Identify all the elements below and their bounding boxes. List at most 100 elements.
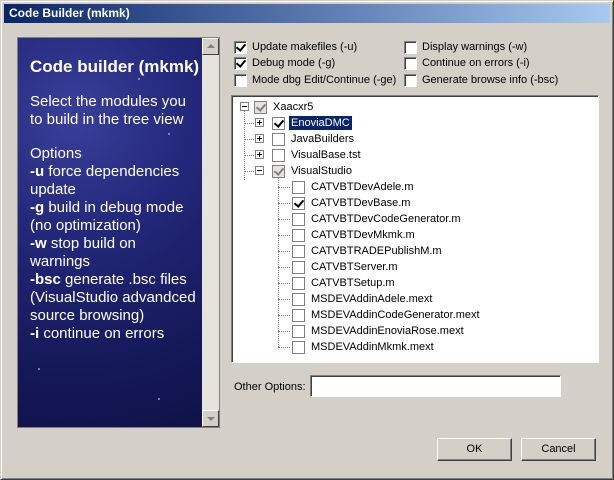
tree-checkbox[interactable]: [272, 148, 285, 162]
tree-item-msdevaddinenoviarose[interactable]: MSDEVAddinEnoviaRose.mext: [292, 323, 466, 339]
checkbox-label: Continue on errors (-i): [422, 57, 530, 69]
checkbox-update-makefiles[interactable]: Update makefiles (-u): [234, 40, 357, 54]
tree-node-label: CATVBTDevCodeGenerator.m: [311, 213, 461, 225]
tree-node-label: VisualStudio: [291, 165, 352, 177]
tree-connector: [278, 187, 290, 188]
tree-node-label: CATVBTDevAdele.m: [311, 181, 414, 193]
checkbox-box[interactable]: [234, 40, 247, 54]
tree-checkbox[interactable]: [292, 340, 305, 354]
tree-node-label: MSDEVAddinMkmk.mext: [311, 341, 434, 353]
tree-checkbox[interactable]: [292, 228, 305, 242]
other-options-input[interactable]: [310, 375, 561, 397]
tree-node-label: CATVBTDevMkmk.m: [311, 229, 415, 241]
collapse-toggle-icon[interactable]: [240, 102, 249, 111]
checkbox-label: Display warnings (-w): [422, 41, 528, 53]
tree-node-label: CATVBTServer.m: [311, 261, 398, 273]
checkbox-box[interactable]: [404, 40, 417, 54]
tree-item-catvbtdevmkmk[interactable]: CATVBTDevMkmk.m: [292, 227, 417, 243]
checkbox-box[interactable]: [234, 73, 247, 87]
checkbox-box[interactable]: [234, 56, 247, 70]
checkbox-label: Update makefiles (-u): [252, 41, 358, 53]
code-builder-window: Code Builder (mkmk) Code builder (mkmk) …: [0, 0, 614, 480]
checkbox-display-warnings[interactable]: Display warnings (-w): [404, 40, 527, 54]
tree-checkbox[interactable]: [272, 132, 285, 146]
tree-node-label: CATVBTRADEPublishM.m: [311, 245, 442, 257]
tree-node-label: VisualBase.tst: [291, 149, 361, 161]
tree-checkbox[interactable]: [292, 308, 305, 322]
tree-checkbox[interactable]: [292, 212, 305, 226]
checkbox-generate-browse-info[interactable]: Generate browse info (-bsc): [404, 73, 558, 87]
arrow-up-icon: [207, 44, 215, 48]
tree-connector: [278, 235, 290, 236]
tree-connector: [244, 123, 254, 124]
info-intro: Select the modules you to build in the t…: [30, 93, 186, 128]
tree-item-msdevaddinmkmk[interactable]: MSDEVAddinMkmk.mext: [292, 339, 436, 355]
window-title: Code Builder (mkmk): [9, 6, 130, 20]
tree-checkbox[interactable]: [292, 180, 305, 194]
checkbox-continue-on-errors[interactable]: Continue on errors (-i): [404, 56, 530, 70]
tree-connector: [278, 315, 290, 316]
tree-connector: [278, 176, 279, 347]
tree-checkbox[interactable]: [292, 276, 305, 290]
tree-node-visualbase-tst[interactable]: VisualBase.tst: [272, 147, 363, 163]
options-heading: Options: [30, 145, 82, 162]
tree-checkbox[interactable]: [292, 196, 305, 210]
tree-connector: [244, 155, 254, 156]
tree-checkbox[interactable]: [272, 164, 285, 178]
collapse-toggle-icon[interactable]: [255, 166, 264, 175]
tree-item-catvbtdevbase[interactable]: CATVBTDevBase.m: [292, 195, 412, 211]
cancel-button[interactable]: Cancel: [521, 438, 596, 461]
expand-toggle-icon[interactable]: [255, 134, 264, 143]
info-panel: Code builder (mkmk) Select the modules y…: [17, 37, 220, 428]
tree-item-msdevaddinadele[interactable]: MSDEVAddinAdele.mext: [292, 291, 434, 307]
scroll-up-button[interactable]: [202, 38, 219, 55]
tree-node-enoviadmc[interactable]: EnoviaDMC: [272, 115, 353, 131]
checkbox-box[interactable]: [404, 73, 417, 87]
tree-checkbox[interactable]: [272, 116, 285, 130]
info-title: Code builder (mkmk): [30, 57, 200, 76]
checkbox-mode-dbg-edit-continue[interactable]: Mode dbg Edit/Continue (-ge): [234, 73, 396, 87]
tree-node-label: Xaacxr5: [273, 101, 314, 113]
tree-item-catvbtdevcodegenerator[interactable]: CATVBTDevCodeGenerator.m: [292, 211, 463, 227]
tree-item-catvbtdevadele[interactable]: CATVBTDevAdele.m: [292, 179, 416, 195]
option-bsc: -bsc generate .bsc files (VisualStudio a…: [30, 271, 196, 324]
tree-node-root[interactable]: Xaacxr5: [254, 99, 315, 115]
expand-toggle-icon[interactable]: [255, 118, 264, 127]
tree-checkbox[interactable]: [292, 292, 305, 306]
tree-item-catvbtsetup[interactable]: CATVBTSetup.m: [292, 275, 397, 291]
tree-node-visualstudio[interactable]: VisualStudio: [272, 163, 354, 179]
expand-toggle-icon[interactable]: [255, 150, 264, 159]
tree-connector: [278, 203, 290, 204]
tree-checkbox[interactable]: [292, 260, 305, 274]
scroll-down-button[interactable]: [202, 410, 219, 427]
tree-item-catvbtserver[interactable]: CATVBTServer.m: [292, 259, 400, 275]
tree-node-label: JavaBuilders: [291, 133, 354, 145]
other-options-label: Other Options:: [234, 381, 306, 393]
tree-connector: [278, 347, 290, 348]
info-panel-scrollbar[interactable]: [202, 38, 219, 427]
tree-node-label: EnoviaDMC: [288, 115, 353, 131]
checkbox-label: Generate browse info (-bsc): [422, 74, 559, 86]
checkbox-label: Mode dbg Edit/Continue (-ge): [252, 74, 397, 86]
tree-node-label: MSDEVAddinCodeGenerator.mext: [311, 309, 480, 321]
tree-connector: [244, 171, 254, 172]
tree-connector: [244, 139, 254, 140]
tree-checkbox[interactable]: [292, 244, 305, 258]
tree-connector: [278, 251, 290, 252]
arrow-down-icon: [207, 417, 215, 421]
tree-item-msdevaddincodegenerator[interactable]: MSDEVAddinCodeGenerator.mext: [292, 307, 482, 323]
tree-node-label: CATVBTSetup.m: [311, 277, 395, 289]
tree-connector: [244, 110, 245, 180]
option-i: -i continue on errors: [30, 325, 165, 342]
title-bar[interactable]: Code Builder (mkmk): [4, 4, 610, 23]
tree-node-javabuilders[interactable]: JavaBuilders: [272, 131, 356, 147]
module-tree-view[interactable]: Xaacxr5 EnoviaDMC JavaBuilders VisualBas…: [231, 95, 599, 363]
tree-connector: [278, 331, 290, 332]
tree-item-catvbtradepublishm[interactable]: CATVBTRADEPublishM.m: [292, 243, 444, 259]
tree-checkbox[interactable]: [254, 100, 267, 114]
checkbox-debug-mode[interactable]: Debug mode (-g): [234, 56, 335, 70]
tree-checkbox[interactable]: [292, 324, 305, 338]
tree-connector: [278, 267, 290, 268]
ok-button[interactable]: OK: [437, 438, 512, 461]
checkbox-box[interactable]: [404, 56, 417, 70]
